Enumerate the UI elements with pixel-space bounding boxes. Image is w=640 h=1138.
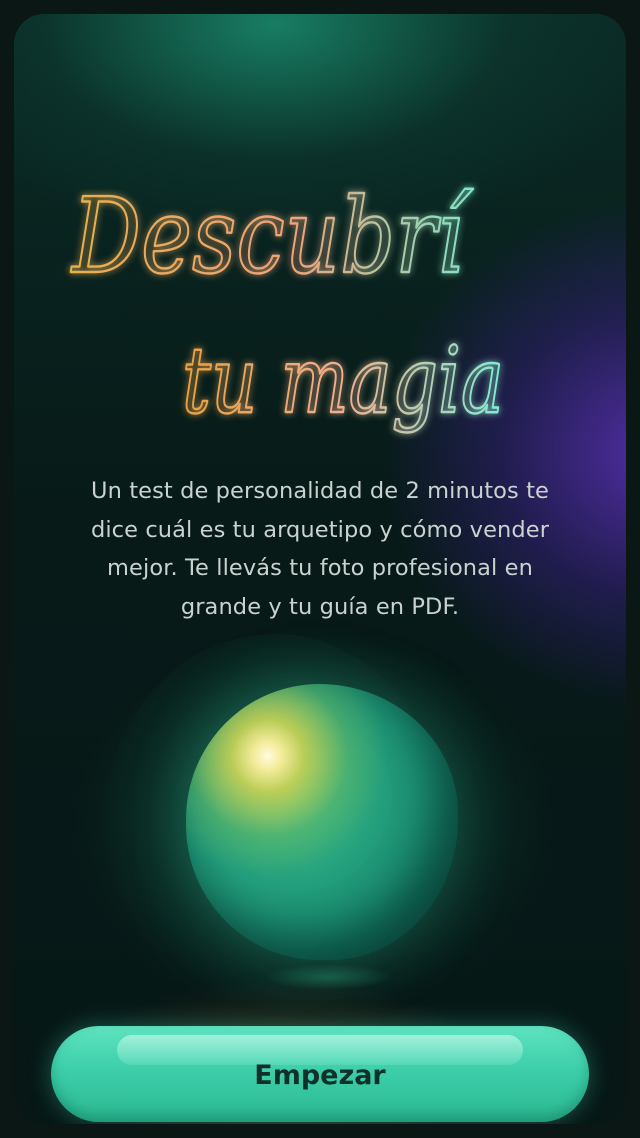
title-line-2: tu magia [182, 327, 504, 434]
glowing-orb-icon [186, 684, 458, 960]
orb-reflection [264, 964, 394, 990]
title-line-1: Descubrí [70, 175, 473, 297]
hero-description: Un test de personalidad de 2 minutos te … [90, 478, 550, 620]
start-button[interactable]: Empezar [51, 1026, 589, 1122]
app-frame: Descubrí tu magia Un test de personalida… [0, 0, 640, 1138]
start-button-label: Empezar [254, 1060, 386, 1091]
title-graphic: Descubrí tu magia [69, 174, 505, 435]
main-card: Descubrí tu magia Un test de personalida… [14, 14, 626, 1124]
